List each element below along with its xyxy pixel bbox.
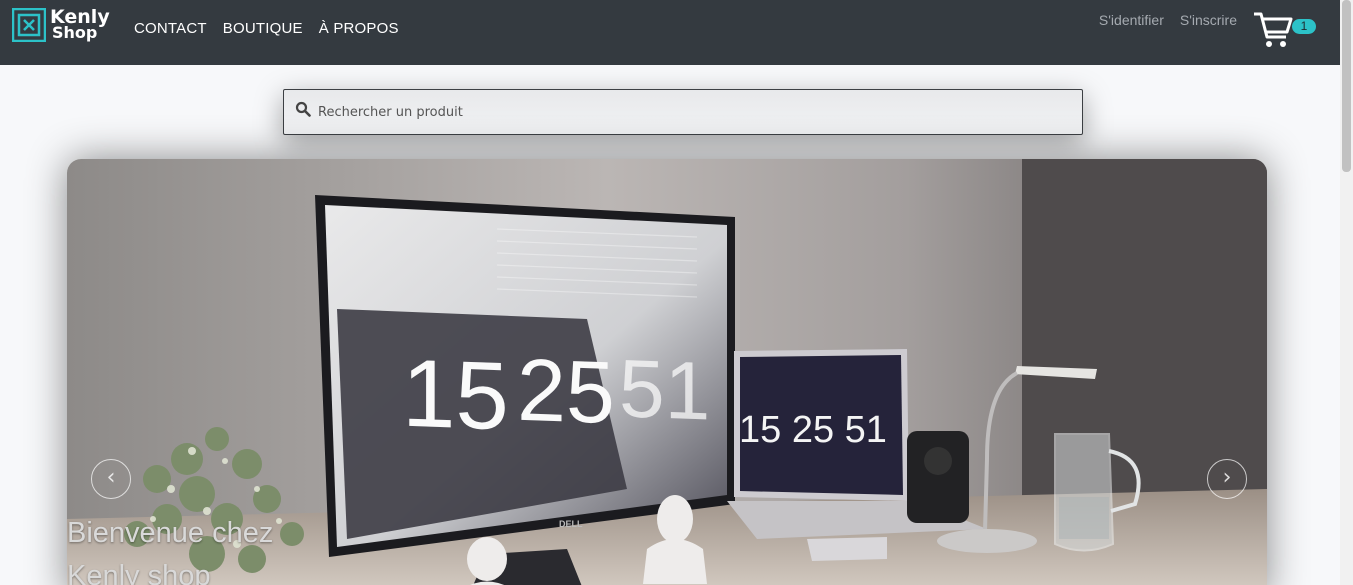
hero-caption: Bienvenue chez Kenly shop — [67, 512, 273, 585]
monitor-clock-hours: 15 — [402, 340, 509, 451]
hero-caption-line1: Bienvenue chez — [67, 517, 274, 549]
register-link[interactable]: S'inscrire — [1180, 12, 1237, 28]
nav-link-boutique[interactable]: BOUTIQUE — [223, 20, 303, 37]
brand-logo[interactable]: Kenly Shop — [12, 8, 110, 42]
cart-count-badge: 1 — [1292, 19, 1316, 34]
top-navbar: Kenly Shop CONTACT BOUTIQUE À PROPOS S'i… — [0, 0, 1340, 65]
laptop-clock: 15 25 51 — [739, 409, 887, 451]
cart-icon[interactable] — [1253, 11, 1293, 49]
carousel-prev-button[interactable]: ‹ — [91, 459, 131, 499]
speaker — [907, 431, 969, 523]
search-input[interactable] — [318, 90, 1058, 134]
nav-link-a-propos[interactable]: À PROPOS — [319, 20, 399, 37]
hero-caption-line2: Kenly shop — [67, 560, 211, 585]
brand-logo-icon — [12, 8, 46, 42]
carousel-next-button[interactable]: › — [1207, 459, 1247, 499]
monitor-clock-minutes: 25 — [517, 340, 615, 442]
main-nav: CONTACT BOUTIQUE À PROPOS — [134, 20, 399, 37]
hero-carousel: 15 25 51 DELL 15 25 51 ‹ › Bienvenue che… — [67, 159, 1267, 585]
monitor-brand: DELL — [559, 519, 583, 529]
login-link[interactable]: S'identifier — [1099, 12, 1164, 28]
scrollbar-thumb[interactable] — [1342, 0, 1351, 172]
nav-link-contact[interactable]: CONTACT — [134, 20, 207, 37]
auth-links: S'identifier S'inscrire — [1099, 12, 1237, 28]
product-search — [283, 89, 1083, 135]
monitor-clock-seconds: 51 — [619, 343, 710, 437]
search-icon — [295, 101, 311, 117]
